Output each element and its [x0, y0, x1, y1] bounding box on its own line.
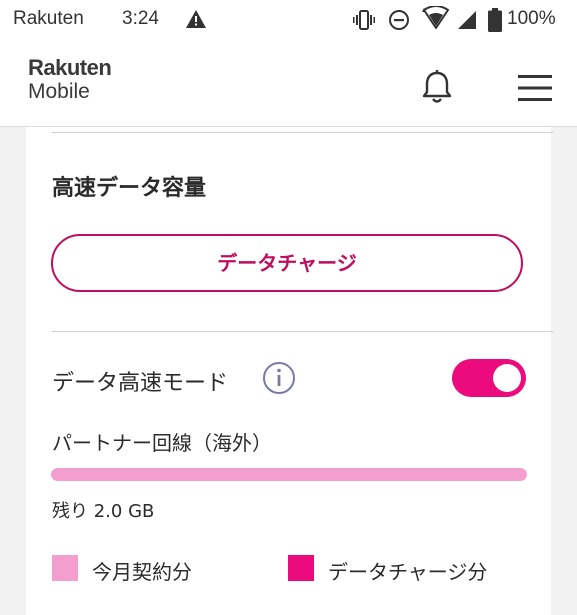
data-usage-bar-fill [51, 468, 527, 481]
rakuten-mobile-logo[interactable]: Rakuten Mobile [28, 55, 112, 104]
data-usage-bar [51, 468, 527, 481]
status-time: 3:24 [122, 8, 159, 29]
toggle-knob [493, 364, 521, 392]
high-speed-mode-label: データ高速モード [52, 371, 229, 396]
section-title: 高速データ容量 [52, 176, 207, 201]
remaining-data-text: 残り 2.0 GB [52, 501, 155, 522]
battery-icon [488, 8, 502, 32]
app-header: Rakuten Mobile [0, 40, 577, 127]
legend-label-charge: データチャージ分 [328, 560, 488, 584]
legend-swatch-charge [288, 555, 314, 581]
data-capacity-card: 高速データ容量 データチャージ データ高速モード パートナー回線（海外） 残り … [26, 127, 553, 615]
do-not-disturb-icon [389, 10, 409, 30]
data-charge-button[interactable]: データチャージ [51, 234, 523, 292]
top-divider [52, 132, 553, 133]
logo-product-text: Mobile [28, 80, 90, 103]
high-speed-mode-toggle[interactable] [452, 359, 526, 397]
battery-percentage: 100% [507, 8, 556, 29]
partner-line-label: パートナー回線（海外） [52, 431, 272, 455]
wifi-icon [422, 6, 449, 29]
hamburger-menu-icon[interactable] [516, 72, 554, 104]
status-bar: Rakuten 3:24 100% [0, 0, 577, 40]
carrier-name: Rakuten [13, 8, 84, 29]
legend-swatch-monthly [52, 555, 78, 581]
bell-icon[interactable] [418, 68, 456, 106]
logo-brand-text: Rakuten [28, 55, 112, 80]
legend-label-monthly: 今月契約分 [92, 560, 192, 584]
info-icon[interactable] [262, 361, 296, 395]
signal-icon [458, 11, 476, 29]
warning-icon [186, 10, 206, 28]
mid-divider [52, 331, 553, 332]
vibrate-icon [353, 10, 375, 30]
